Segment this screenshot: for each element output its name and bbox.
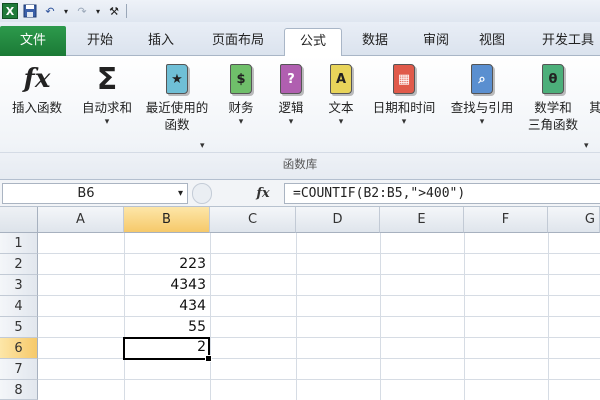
column-header-f[interactable]: F: [464, 207, 548, 233]
lookup-reference-button[interactable]: ⌕ 查找与引用 ▾: [444, 62, 520, 128]
formula-input[interactable]: =COUNTIF(B2:B5,">400"): [284, 183, 600, 204]
math-trig-button[interactable]: θ 数学和 三角函数 ▾: [520, 62, 589, 151]
name-box-value: B6: [77, 186, 95, 201]
recently-used-button[interactable]: ★ 最近使用的 函数 ▾: [140, 62, 214, 151]
lookup-reference-label: 查找与引用: [450, 100, 514, 115]
column-header-c[interactable]: C: [210, 207, 296, 233]
recently-used-dropdown-icon: ▾: [200, 141, 205, 151]
autosum-dropdown-icon: ▾: [104, 117, 110, 127]
date-time-dropdown-icon: ▾: [401, 117, 407, 127]
formula-bar: B6 ▾ fx =COUNTIF(B2:B5,">400"): [0, 180, 600, 207]
text-label: 文本: [328, 100, 354, 115]
logical-book-icon: ?: [280, 64, 302, 94]
lookup-reference-dropdown-icon: ▾: [479, 117, 485, 127]
tab-page-layout[interactable]: 页面布局: [196, 28, 280, 56]
recently-used-label-2: 函数: [164, 117, 190, 132]
gridline: [38, 316, 600, 317]
insert-function-fx-button[interactable]: fx: [248, 183, 278, 204]
ribbon-formulas: fx 插入函数 Σ 自动求和 ▾ ★ 最近使用的 函数 ▾ $ 财务 ▾ ? 逻…: [0, 56, 600, 180]
more-functions-label: 其: [590, 100, 600, 115]
cell-b5[interactable]: 55: [124, 317, 210, 338]
undo-icon[interactable]: ↶: [42, 3, 58, 19]
logical-label: 逻辑: [278, 100, 304, 115]
fx-icon: fx: [23, 63, 51, 94]
toolbar-separator: [126, 4, 127, 18]
insert-function-label: 插入函数: [11, 100, 62, 115]
text-dropdown-icon: ▾: [338, 117, 344, 127]
tab-developer[interactable]: 开发工具: [528, 28, 600, 56]
financial-label: 财务: [228, 100, 254, 115]
ribbon-group-divider: [0, 152, 600, 153]
recently-used-label-1: 最近使用的: [145, 100, 209, 115]
row-header-5[interactable]: 5: [0, 317, 38, 338]
worksheet-grid: A B C D E F G 1 2 3 4 5 6 7 8 223 4343 4…: [0, 207, 600, 400]
more-functions-button[interactable]: 其: [590, 62, 600, 116]
insert-function-button[interactable]: fx 插入函数: [4, 62, 70, 116]
select-all-corner[interactable]: [0, 207, 38, 233]
financial-button[interactable]: $ 财务 ▾: [218, 62, 264, 128]
cell-b4[interactable]: 434: [124, 296, 210, 317]
calendar-book-icon: ▦: [393, 64, 415, 94]
tools-icon[interactable]: ⚒: [106, 3, 122, 19]
quick-access-toolbar: X ↶ ▾ ↷ ▾ ⚒: [0, 0, 600, 22]
column-header-a[interactable]: A: [38, 207, 124, 233]
row-header-4[interactable]: 4: [0, 296, 38, 317]
undo-dropdown-icon[interactable]: ▾: [62, 3, 70, 19]
redo-dropdown-icon[interactable]: ▾: [94, 3, 102, 19]
text-button[interactable]: A 文本 ▾: [318, 62, 364, 128]
ribbon-tabs: 文件 开始 插入 页面布局 公式 数据 审阅 视图 开发工具: [0, 22, 600, 57]
lookup-book-icon: ⌕: [471, 64, 493, 94]
row-header-2[interactable]: 2: [0, 254, 38, 275]
column-header-d[interactable]: D: [296, 207, 380, 233]
autosum-label: 自动求和: [81, 100, 132, 115]
sigma-icon: Σ: [96, 61, 118, 97]
name-box[interactable]: B6 ▾: [2, 183, 188, 204]
gridline: [38, 253, 600, 254]
text-book-icon: A: [330, 64, 352, 94]
tab-view[interactable]: 视图: [466, 28, 518, 56]
tab-insert[interactable]: 插入: [134, 28, 188, 56]
save-icon[interactable]: [22, 3, 38, 19]
autosum-button[interactable]: Σ 自动求和 ▾: [76, 62, 138, 128]
financial-dropdown-icon: ▾: [238, 117, 244, 127]
gridline: [38, 295, 600, 296]
financial-book-icon: $: [230, 64, 252, 94]
function-library-group-label: 函数库: [282, 157, 318, 171]
row-header-7[interactable]: 7: [0, 359, 38, 380]
tab-home[interactable]: 开始: [72, 28, 128, 56]
theta-book-icon: θ: [542, 64, 564, 94]
cell-b2[interactable]: 223: [124, 254, 210, 275]
gridline: [38, 274, 600, 275]
tab-formulas[interactable]: 公式: [284, 28, 342, 57]
row-header-6[interactable]: 6: [0, 338, 38, 359]
row-header-1[interactable]: 1: [0, 233, 38, 254]
date-time-button[interactable]: ▦ 日期和时间 ▾: [366, 62, 442, 128]
math-trig-label-1: 数学和: [534, 100, 572, 115]
excel-app-icon[interactable]: X: [2, 3, 18, 19]
math-trig-dropdown-icon: ▾: [584, 141, 589, 151]
gridline: [38, 379, 600, 380]
cell-b3[interactable]: 4343: [124, 275, 210, 296]
tab-file[interactable]: 文件: [0, 26, 66, 56]
logical-button[interactable]: ? 逻辑 ▾: [268, 62, 314, 128]
redo-icon[interactable]: ↷: [74, 3, 90, 19]
column-header-e[interactable]: E: [380, 207, 464, 233]
row-header-3[interactable]: 3: [0, 275, 38, 296]
logical-dropdown-icon: ▾: [288, 117, 294, 127]
formula-bar-resize-handle[interactable]: [192, 183, 212, 204]
tab-data[interactable]: 数据: [346, 28, 404, 56]
column-header-g[interactable]: G: [548, 207, 600, 233]
date-time-label: 日期和时间: [372, 100, 436, 115]
math-trig-label-2: 三角函数: [527, 117, 578, 132]
column-header-b[interactable]: B: [124, 207, 210, 233]
tab-review[interactable]: 审阅: [410, 28, 462, 56]
cell-b6-active[interactable]: 2: [123, 337, 212, 362]
row-header-8[interactable]: 8: [0, 380, 38, 400]
star-book-icon: ★: [166, 64, 188, 94]
name-box-dropdown-icon[interactable]: ▾: [178, 184, 183, 203]
